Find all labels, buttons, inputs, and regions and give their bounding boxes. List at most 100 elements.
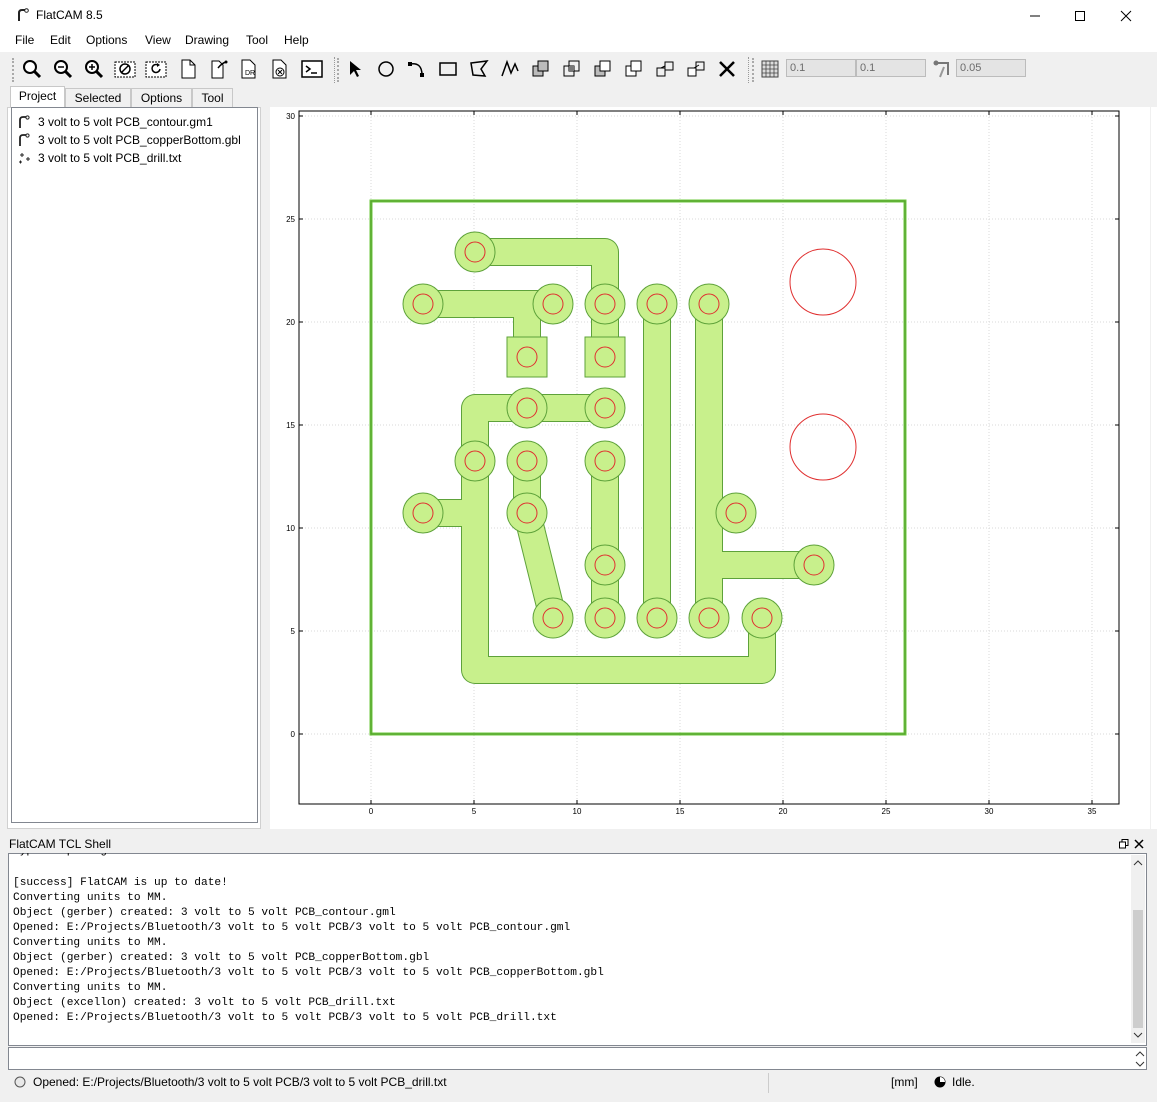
project-item-copper-bottom[interactable]: 3 volt to 5 volt PCB_copperBottom.gbl [38, 133, 241, 147]
toolbar-grip[interactable] [12, 58, 18, 82]
clear-plot-button[interactable] [113, 57, 137, 81]
zoom-fit-button[interactable] [20, 57, 44, 81]
rectangle-tool-button[interactable] [436, 57, 460, 81]
shell-input-scroll-icon[interactable] [1134, 1050, 1146, 1071]
shell-input[interactable] [8, 1047, 1147, 1070]
replot-button[interactable] [144, 57, 168, 81]
menu-edit[interactable]: Edit [50, 33, 71, 47]
cut-icon [625, 60, 642, 77]
shell-line: Converting units to MM. [13, 937, 168, 949]
tab-project[interactable]: Project [10, 86, 65, 108]
y-tick-label: 20 [286, 318, 295, 327]
shell-line: [success] FlatCAM is up to date! [13, 877, 228, 889]
path-tool-button[interactable] [498, 57, 522, 81]
status-circle-icon [14, 1076, 26, 1091]
maximize-button[interactable] [1057, 0, 1103, 31]
minimize-button[interactable] [1012, 0, 1058, 31]
menu-drawing[interactable]: Drawing [185, 33, 229, 47]
menu-tool[interactable]: Tool [246, 33, 268, 47]
project-item-drill[interactable]: 3 volt to 5 volt PCB_drill.txt [38, 151, 181, 165]
delete-shape-button[interactable] [715, 57, 739, 81]
y-tick-label: 0 [291, 730, 296, 739]
project-item-contour[interactable]: 3 volt to 5 volt PCB_contour.gm1 [38, 115, 213, 129]
plot-canvas[interactable]: 0 5 10 15 20 25 30 35 30 25 20 15 10 5 0 [270, 107, 1150, 829]
rectangle-icon [439, 62, 457, 76]
corner-snap-icon [933, 60, 949, 78]
copper-pad [506, 440, 548, 482]
arc-tool-button[interactable] [405, 57, 429, 81]
shell-dock-header [0, 835, 1157, 853]
copy-shape-button[interactable] [653, 57, 677, 81]
polygon-tool-button[interactable] [467, 57, 491, 81]
copper-pad [793, 544, 835, 586]
close-dock-icon[interactable] [1134, 838, 1144, 852]
shell-line: Opened: E:/Projects/Bluetooth/3 volt to … [13, 922, 571, 934]
move-shape-button[interactable] [684, 57, 708, 81]
menu-file[interactable]: File [15, 33, 34, 47]
x-tick-label: 0 [369, 807, 374, 816]
copper-pad [741, 597, 783, 639]
copper-pad [584, 544, 626, 586]
grid-y-input[interactable] [856, 59, 926, 77]
zoom-fit-icon [23, 60, 42, 79]
grid-x-input[interactable] [786, 59, 856, 77]
clear-plot-icon [114, 61, 136, 78]
zoom-in-icon [85, 60, 104, 79]
shell-line: Opened: E:/Projects/Bluetooth/3 volt to … [13, 1012, 557, 1024]
tab-selected[interactable]: Selected [65, 88, 131, 107]
zoom-out-button[interactable] [51, 57, 75, 81]
copper-pad [532, 597, 574, 639]
x-tick-label: 5 [472, 807, 477, 816]
tab-options[interactable]: Options [131, 88, 192, 107]
title-bar [0, 0, 1157, 31]
activity-icon [934, 1076, 946, 1091]
open-gerber-button[interactable] [206, 57, 230, 81]
corner-snap-button[interactable] [930, 57, 954, 81]
tab-tool[interactable]: Tool [192, 88, 233, 107]
new-project-icon [181, 59, 196, 79]
shell-button[interactable] [300, 57, 324, 81]
x-tick-label: 10 [573, 807, 582, 816]
gerber-icon [17, 115, 31, 132]
y-tick-label: 25 [286, 215, 295, 224]
x-tick-label: 15 [676, 807, 685, 816]
move-icon [687, 61, 705, 77]
maximize-icon [1075, 10, 1085, 21]
delete-object-button[interactable] [268, 57, 292, 81]
cut-path-button[interactable] [622, 57, 646, 81]
undock-icon[interactable] [1119, 838, 1129, 852]
zoom-out-icon [54, 60, 73, 79]
delete-object-icon [272, 59, 287, 79]
close-button[interactable] [1103, 0, 1149, 31]
open-excellon-button[interactable]: DR [237, 57, 261, 81]
copper-pad [715, 492, 757, 534]
select-icon [350, 61, 361, 77]
menu-options[interactable]: Options [86, 33, 127, 47]
snap-max-input[interactable] [956, 59, 1026, 77]
copper-pad [688, 283, 730, 325]
x-tick-label: 30 [985, 807, 994, 816]
shell-line: Object (gerber) created: 3 volt to 5 vol… [13, 907, 396, 919]
grid-snap-button[interactable] [758, 57, 782, 81]
select-tool-button[interactable] [343, 57, 367, 81]
copper-pad [454, 440, 496, 482]
minimize-icon [1030, 15, 1040, 16]
union-icon [532, 60, 549, 77]
shell-line: Converting units to MM. [13, 982, 168, 994]
menu-help[interactable]: Help [284, 33, 309, 47]
new-project-button[interactable] [176, 57, 200, 81]
menu-view[interactable]: View [145, 33, 171, 47]
union-tool-button[interactable] [529, 57, 553, 81]
subtract-tool-button[interactable] [591, 57, 615, 81]
copper-pad [584, 597, 626, 639]
project-tree[interactable] [11, 107, 258, 823]
circle-tool-button[interactable] [374, 57, 398, 81]
copper-pad [584, 387, 626, 429]
intersection-tool-button[interactable] [560, 57, 584, 81]
shell-scrollbar[interactable] [1131, 855, 1145, 1043]
zoom-in-button[interactable] [82, 57, 106, 81]
copper-pad [402, 283, 444, 325]
y-tick-label: 15 [286, 421, 295, 430]
intersection-icon [563, 60, 580, 77]
excellon-icon [17, 151, 31, 168]
